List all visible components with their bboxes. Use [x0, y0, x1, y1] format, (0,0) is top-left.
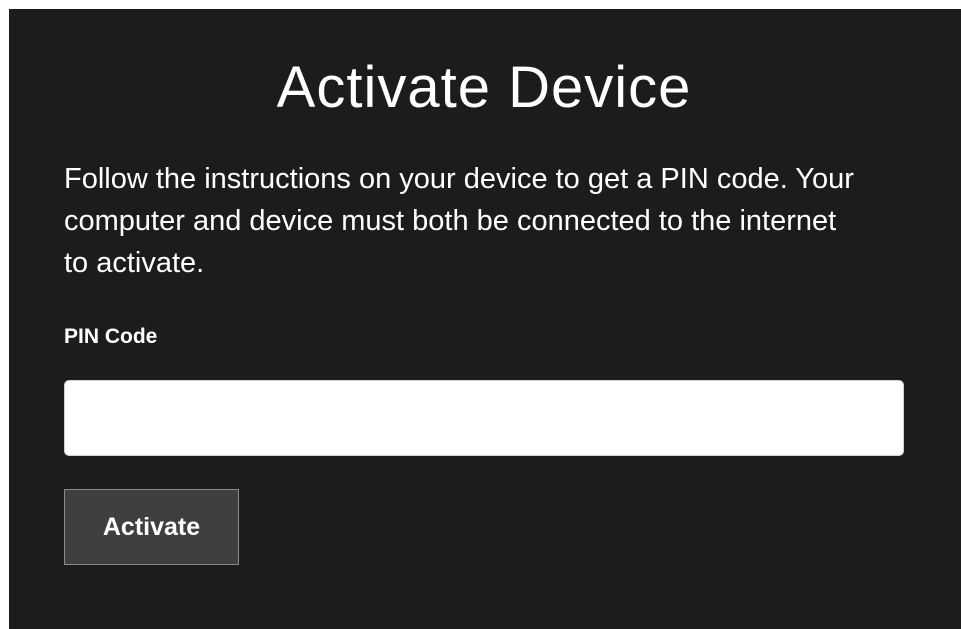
page-title: Activate Device [276, 55, 692, 120]
pin-code-label: PIN Code [64, 325, 158, 348]
activate-button[interactable]: Activate [64, 489, 239, 565]
activate-device-panel: Activate Device Follow the instructions … [9, 9, 961, 629]
pin-code-input[interactable] [64, 380, 904, 456]
instructions-text: Follow the instructions on your device t… [64, 163, 854, 279]
